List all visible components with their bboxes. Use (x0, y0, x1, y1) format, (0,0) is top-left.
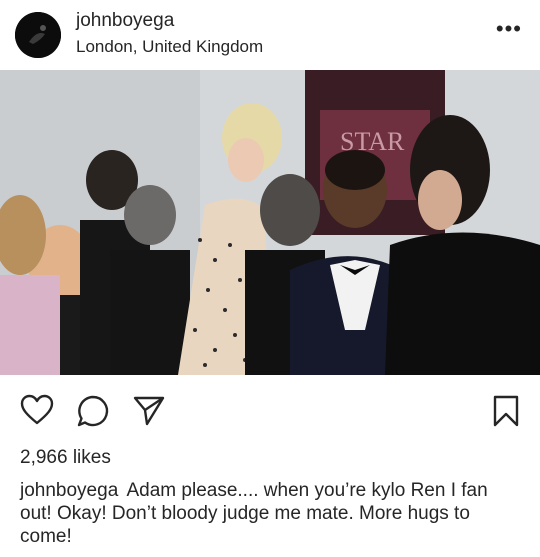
post-location[interactable]: London, United Kingdom (76, 37, 263, 57)
avatar[interactable] (15, 12, 61, 58)
post-username[interactable]: johnboyega (76, 10, 174, 32)
bookmark-icon[interactable] (492, 394, 520, 433)
likes-count[interactable]: 2,966 likes (20, 447, 111, 469)
post-actions (0, 388, 540, 432)
post-photo[interactable]: STAR (0, 70, 540, 375)
more-options-icon[interactable]: ••• (496, 18, 522, 40)
caption-username[interactable]: johnboyega (20, 480, 118, 501)
paper-plane-icon[interactable] (132, 394, 166, 433)
post-header: johnboyega London, United Kingdom ••• (0, 0, 540, 70)
comment-icon[interactable] (76, 394, 110, 433)
post-caption: johnboyega Adam please.... when you’re k… (20, 479, 520, 548)
heart-icon[interactable] (20, 394, 54, 431)
